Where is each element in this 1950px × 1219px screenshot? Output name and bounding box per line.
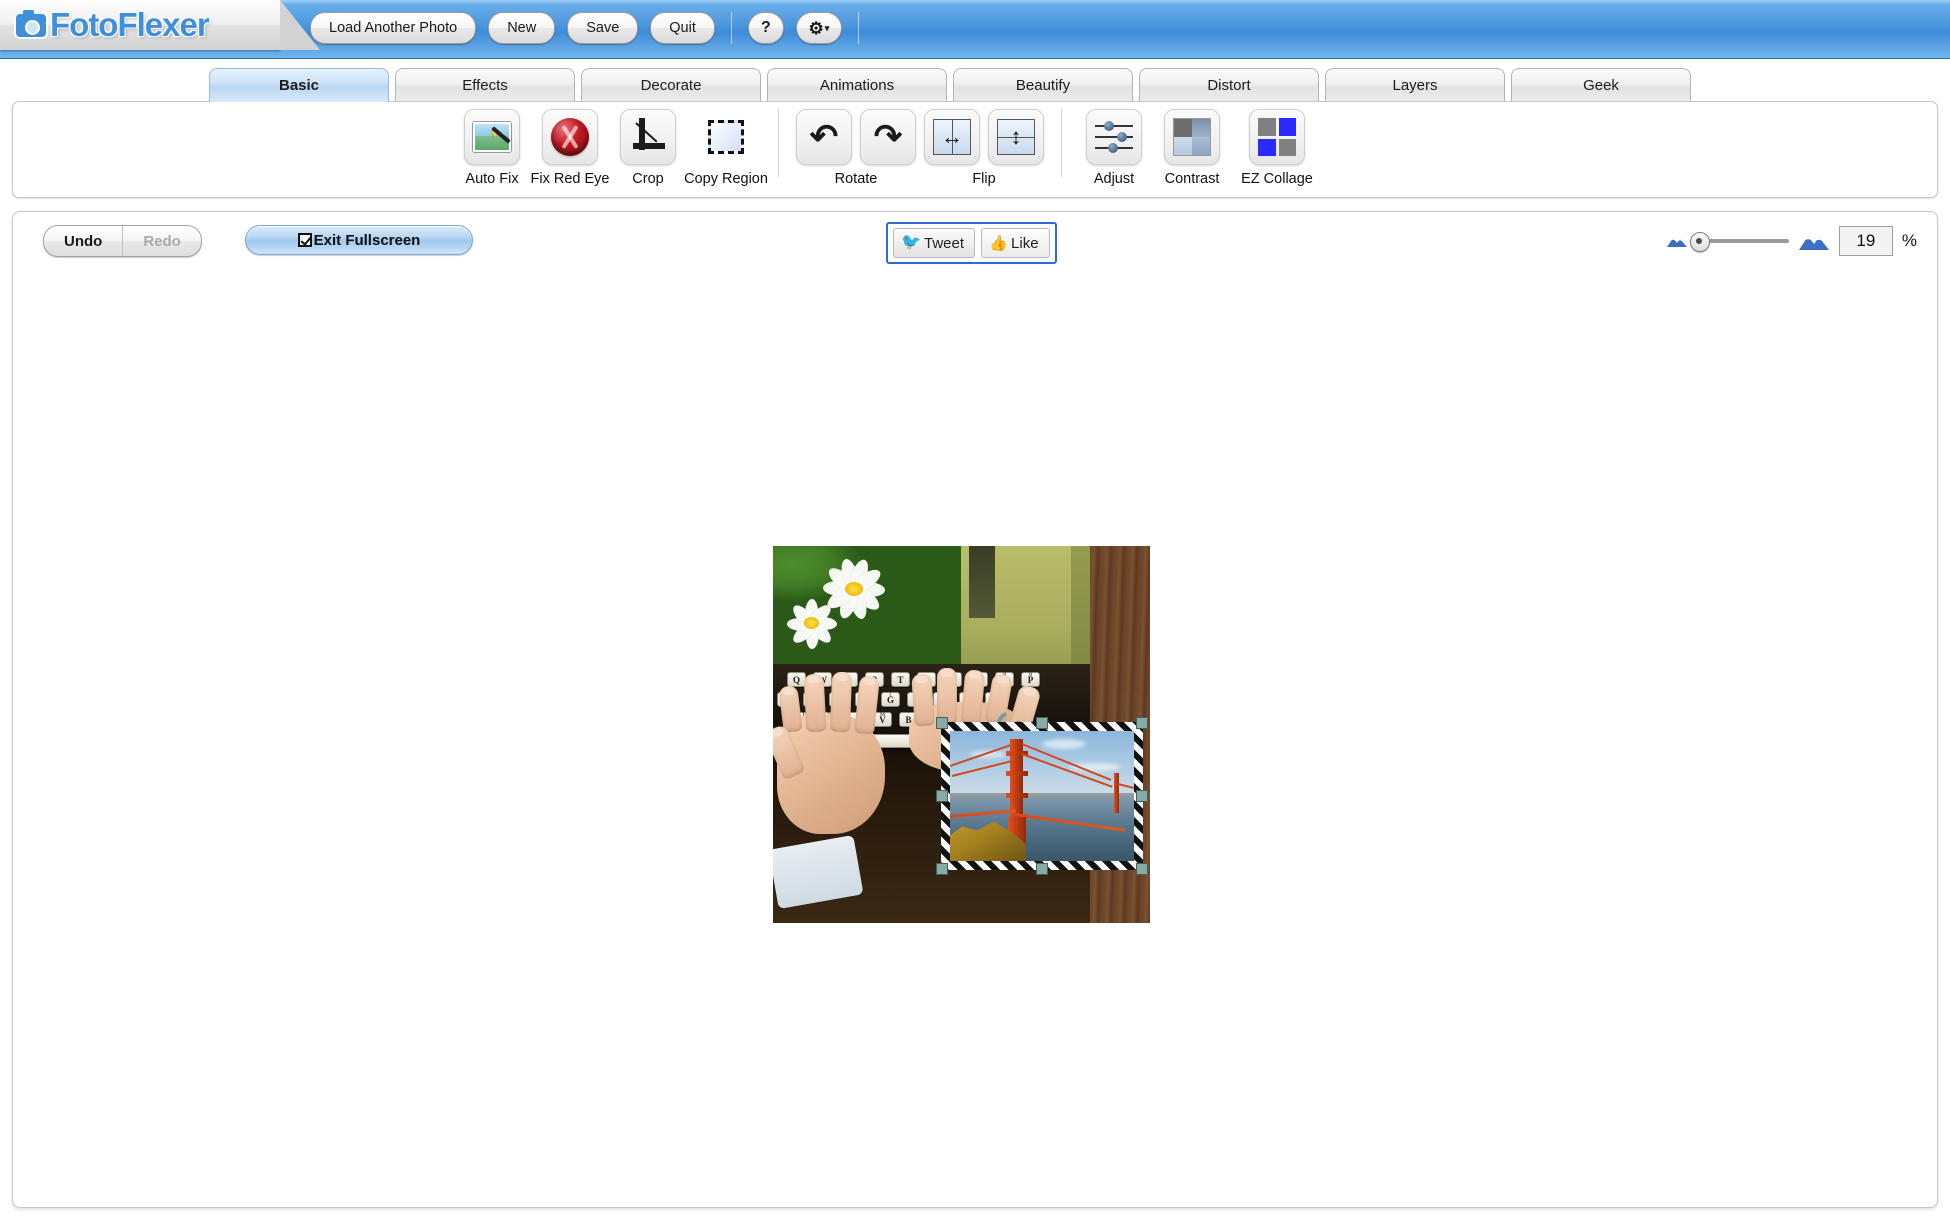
tab-strip: Basic Effects Decorate Animations Beauti…: [0, 68, 1950, 102]
rotate-clockwise-icon: ↷: [860, 109, 916, 165]
red-eye-icon: [542, 109, 598, 165]
tool-row: ✦ Auto Fix Fix Red Eye Crop: [453, 102, 1323, 199]
auto-fix-label: Auto Fix: [465, 171, 518, 187]
flip-group: ↔ ↕ Flip: [920, 102, 1048, 187]
undo-button[interactable]: Undo: [44, 226, 122, 256]
tool-separator-1: [778, 109, 779, 177]
thumbs-up-icon: 👍: [989, 236, 1006, 251]
fix-red-eye-label: Fix Red Eye: [531, 171, 610, 187]
contrast-icon: [1164, 109, 1220, 165]
zoom-slider-knob[interactable]: [1690, 232, 1710, 252]
selection-handle-bottom-right[interactable]: [1136, 863, 1148, 875]
like-button[interactable]: 👍 Like: [981, 228, 1050, 258]
flip-label: Flip: [920, 171, 1048, 187]
rotate-clockwise-tool[interactable]: ↷: [856, 102, 920, 165]
exit-fullscreen-button[interactable]: Exit Fullscreen: [245, 225, 473, 255]
crop-icon: [620, 109, 676, 165]
rotate-counterclockwise-icon: ↶: [796, 109, 852, 165]
tab-effects[interactable]: Effects: [395, 68, 575, 102]
ez-collage-label: EZ Collage: [1241, 171, 1313, 187]
crop-tool[interactable]: Crop: [609, 102, 687, 187]
contrast-tool[interactable]: Contrast: [1153, 102, 1231, 187]
tab-animations[interactable]: Animations: [767, 68, 947, 102]
water-lily-small: [783, 598, 849, 644]
golden-gate-bridge-photo: [950, 731, 1134, 861]
rotate-counterclockwise-tool[interactable]: ↶: [792, 102, 856, 165]
new-button[interactable]: New: [488, 12, 555, 44]
tweet-button[interactable]: 🐦 Tweet: [893, 228, 975, 258]
fotoflexer-app: FotoFlexer Load Another Photo New Save Q…: [0, 0, 1950, 1219]
tab-distort[interactable]: Distort: [1139, 68, 1319, 102]
adjust-tool[interactable]: Adjust: [1075, 102, 1153, 187]
top-bar: FotoFlexer Load Another Photo New Save Q…: [0, 0, 1950, 59]
auto-fix-icon: ✦: [464, 109, 520, 165]
rotate-label: Rotate: [792, 171, 920, 187]
contrast-label: Contrast: [1165, 171, 1220, 187]
selection-handle-top-left[interactable]: [936, 717, 948, 729]
golden-gate-overlay-layer[interactable]: [941, 722, 1143, 870]
tab-decorate[interactable]: Decorate: [581, 68, 761, 102]
tool-group-color: Adjust Contrast EZ Collage: [1075, 102, 1323, 199]
flip-vertical-tool[interactable]: ↕: [984, 102, 1048, 165]
redo-button[interactable]: Redo: [123, 226, 201, 256]
crop-label: Crop: [632, 171, 663, 187]
chevron-down-icon: ▾: [825, 23, 830, 34]
rotate-group: ↶ ↷ Rotate: [792, 102, 920, 187]
twitter-bird-icon: 🐦: [901, 236, 919, 250]
zoom-value-input[interactable]: 19: [1839, 226, 1893, 256]
image-artboard[interactable]: Q W E R T Y U I8 O9 P0 → ? — F G( H) s D: [773, 546, 1150, 923]
tab-layers[interactable]: Layers: [1325, 68, 1505, 102]
social-share-group: 🐦 Tweet 👍 Like: [886, 222, 1057, 264]
tool-group-transform: ↶ ↷ Rotate: [792, 102, 1048, 199]
selection-handle-bottom-left[interactable]: [936, 863, 948, 875]
quit-button[interactable]: Quit: [650, 12, 715, 44]
copy-region-tool[interactable]: Copy Region: [687, 102, 765, 187]
bridge-far-tower: [1114, 773, 1119, 813]
collage-icon: [1249, 109, 1305, 165]
undo-redo-group: Undo Redo: [43, 225, 202, 257]
flip-horizontal-icon: ↔: [924, 109, 980, 165]
flip-horizontal-tool[interactable]: ↔: [920, 102, 984, 165]
fix-red-eye-tool[interactable]: Fix Red Eye: [531, 102, 609, 187]
checkbox-checked-icon: [298, 233, 312, 247]
tab-basic[interactable]: Basic: [209, 68, 389, 102]
tool-panel: ✦ Auto Fix Fix Red Eye Crop: [12, 101, 1938, 198]
settings-button[interactable]: ⚙▾: [796, 12, 842, 44]
selection-handle-top-right[interactable]: [1136, 717, 1148, 729]
tab-beautify[interactable]: Beautify: [953, 68, 1133, 102]
adjust-label: Adjust: [1094, 171, 1134, 187]
top-button-group: Load Another Photo New Save Quit ? ⚙▾: [310, 12, 863, 44]
zoom-control: 19 %: [1666, 226, 1917, 256]
load-another-photo-button[interactable]: Load Another Photo: [310, 12, 476, 44]
auto-fix-tool[interactable]: ✦ Auto Fix: [453, 102, 531, 187]
selection-handle-bottom-center[interactable]: [1036, 863, 1048, 875]
app-name: FotoFlexer: [50, 7, 209, 43]
like-label: Like: [1011, 235, 1039, 252]
ez-collage-tool[interactable]: EZ Collage: [1231, 102, 1323, 187]
selection-handle-middle-right[interactable]: [1136, 790, 1148, 802]
help-button[interactable]: ?: [748, 12, 784, 44]
camera-icon: [16, 14, 46, 37]
save-button[interactable]: Save: [567, 12, 638, 44]
tool-group-basic: ✦ Auto Fix Fix Red Eye Crop: [453, 102, 765, 199]
flip-vertical-icon: ↕: [988, 109, 1044, 165]
toolbar-divider: [731, 12, 732, 44]
copy-region-icon: [698, 109, 754, 165]
selection-handle-top-center[interactable]: [1036, 717, 1048, 729]
tweet-label: Tweet: [924, 235, 964, 252]
mountain-large-icon[interactable]: [1798, 231, 1830, 251]
mountain-small-icon[interactable]: [1666, 234, 1688, 248]
app-logo: FotoFlexer: [16, 7, 209, 43]
exit-fullscreen-label: Exit Fullscreen: [314, 232, 421, 249]
zoom-percent-label: %: [1902, 231, 1917, 251]
gear-icon: ⚙: [808, 20, 823, 37]
canvas-panel: Undo Redo Exit Fullscreen 🐦 Tweet 👍 Like: [12, 211, 1938, 1208]
tab-geek[interactable]: Geek: [1511, 68, 1691, 102]
toolbar-divider-2: [858, 12, 859, 44]
tool-separator-2: [1061, 109, 1062, 177]
selection-handle-middle-left[interactable]: [936, 790, 948, 802]
sliders-icon: [1086, 109, 1142, 165]
zoom-slider-track[interactable]: [1697, 239, 1789, 243]
copy-region-label: Copy Region: [684, 171, 768, 187]
